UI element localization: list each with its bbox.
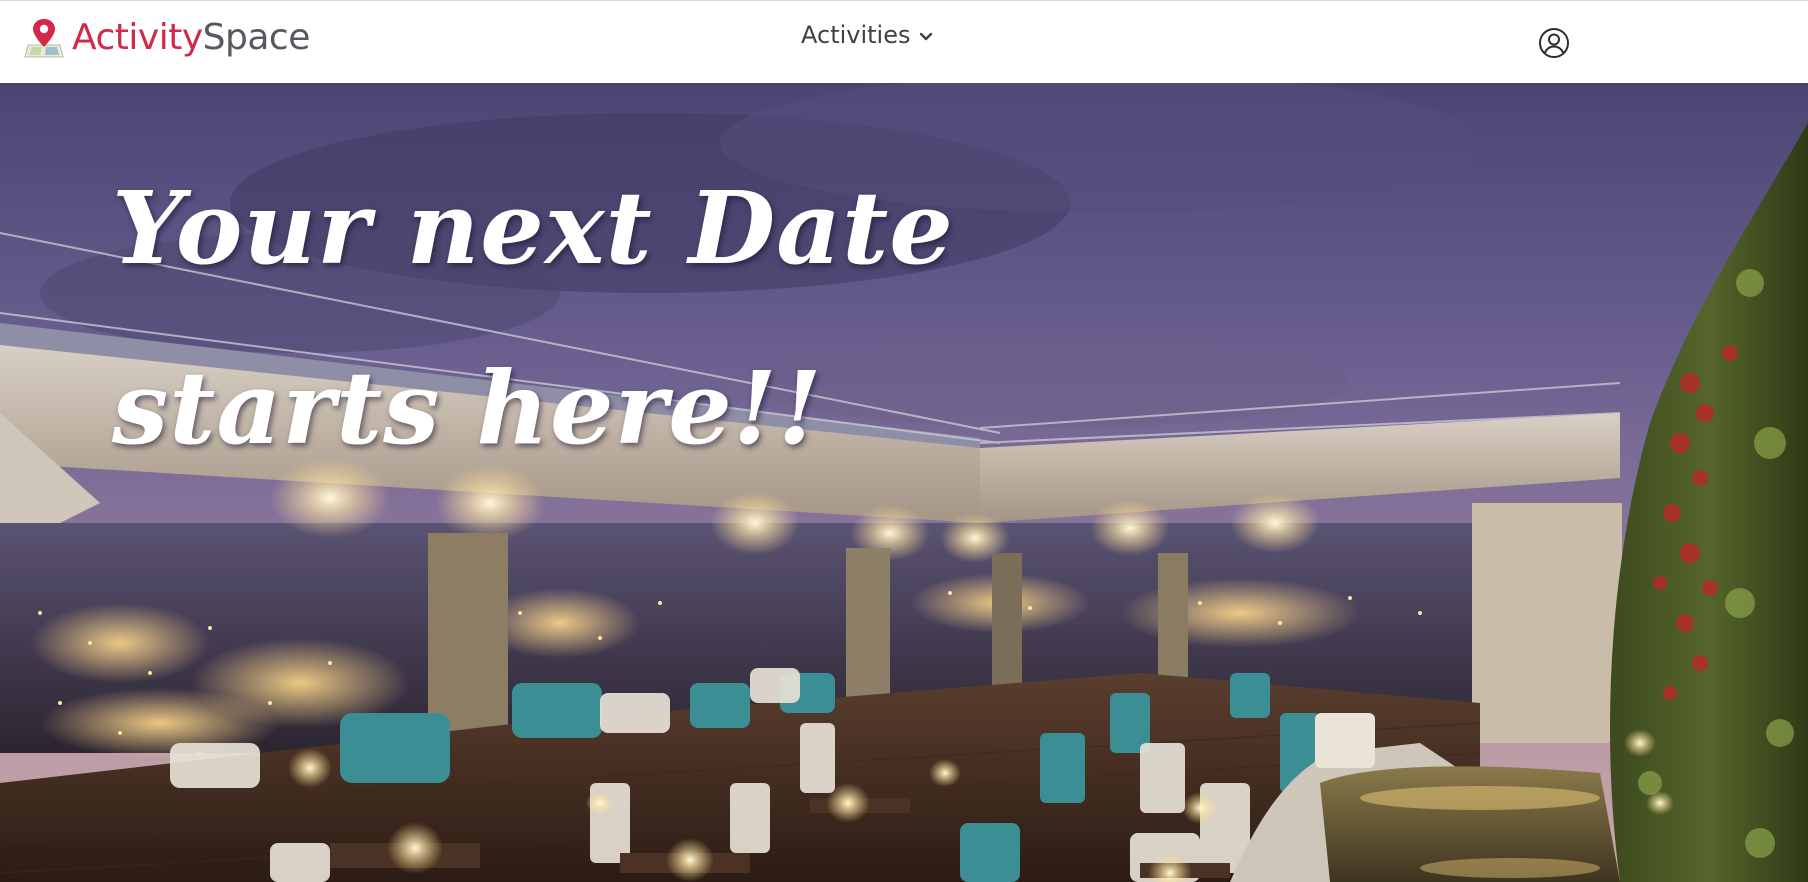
page: ActivitySpace Activities Your next Date … bbox=[0, 0, 1808, 882]
activities-dropdown[interactable]: Activities bbox=[801, 19, 933, 51]
chevron-down-icon bbox=[919, 32, 932, 41]
activities-dropdown-label: Activities bbox=[801, 21, 911, 49]
hero-headline-line2: starts here!! bbox=[112, 349, 823, 467]
hero-banner: Your next Date starts here!! bbox=[0, 83, 1808, 882]
brand-name-part1: Activity bbox=[72, 17, 203, 58]
brand-name: ActivitySpace bbox=[72, 20, 310, 56]
brand-name-part2: Space bbox=[202, 17, 311, 58]
map-pin-icon bbox=[24, 19, 64, 58]
user-circle-icon[interactable] bbox=[1538, 27, 1570, 59]
brand-logo-link[interactable]: ActivitySpace bbox=[24, 13, 310, 63]
hero-headline-line1: Your next Date bbox=[112, 169, 954, 287]
hero-headline: Your next Date starts here!! bbox=[112, 138, 1112, 498]
top-navbar: ActivitySpace Activities bbox=[0, 0, 1808, 83]
